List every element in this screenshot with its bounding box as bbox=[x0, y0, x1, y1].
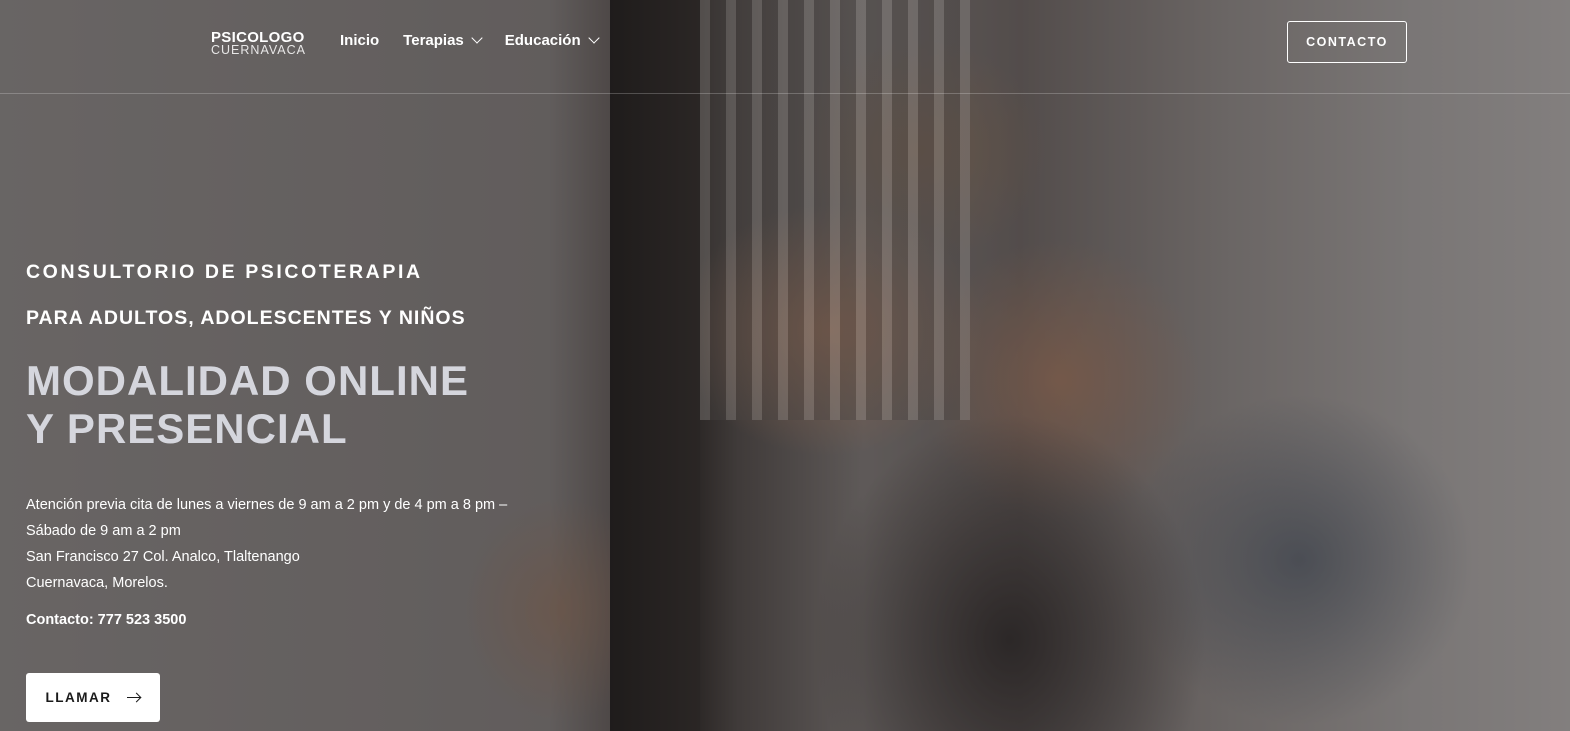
nav-item-label: Educación bbox=[504, 32, 581, 49]
office-info: Atención previa cita de lunes a viernes … bbox=[26, 492, 507, 596]
contact-button[interactable]: CONTACTO bbox=[1287, 21, 1407, 63]
call-button[interactable]: LLAMAR bbox=[26, 673, 160, 722]
logo-line2: CUERNAVACA bbox=[211, 43, 306, 57]
contact-phone: Contacto: 777 523 3500 bbox=[26, 612, 187, 628]
site-header: PSICOLOGO CUERNAVACA Inicio Terapias Edu… bbox=[0, 0, 1570, 94]
hero-eyebrow-primary: CONSULTORIO DE PSICOTERAPIA bbox=[26, 261, 423, 283]
main-nav: Inicio Terapias Educación bbox=[340, 32, 622, 49]
nav-item-label: Terapias bbox=[403, 32, 464, 49]
nav-item-label: Inicio bbox=[340, 32, 380, 49]
nav-item-educacion[interactable]: Educación bbox=[504, 32, 600, 49]
hero-headline: MODALIDAD ONLINE Y PRESENCIAL bbox=[26, 357, 469, 453]
hero-eyebrow-secondary: PARA ADULTOS, ADOLESCENTES Y NIÑOS bbox=[26, 307, 466, 329]
call-button-label: LLAMAR bbox=[45, 690, 112, 705]
nav-item-inicio[interactable]: Inicio bbox=[340, 32, 379, 49]
info-hours-weekday: Atención previa cita de lunes a viernes … bbox=[26, 497, 508, 513]
headline-line2: Y PRESENCIAL bbox=[26, 405, 348, 452]
info-address-street: San Francisco 27 Col. Analco, Tlaltenang… bbox=[26, 549, 300, 565]
arrow-right-icon bbox=[126, 693, 141, 703]
info-address-city: Cuernavaca, Morelos. bbox=[26, 575, 168, 591]
chevron-down-icon bbox=[471, 32, 483, 44]
nav-item-terapias[interactable]: Terapias bbox=[403, 32, 483, 49]
headline-line1: MODALIDAD ONLINE bbox=[26, 357, 469, 404]
chevron-down-icon bbox=[587, 32, 600, 44]
info-hours-saturday: Sábado de 9 am a 2 pm bbox=[26, 523, 181, 539]
site-logo[interactable]: PSICOLOGO CUERNAVACA bbox=[211, 30, 306, 57]
